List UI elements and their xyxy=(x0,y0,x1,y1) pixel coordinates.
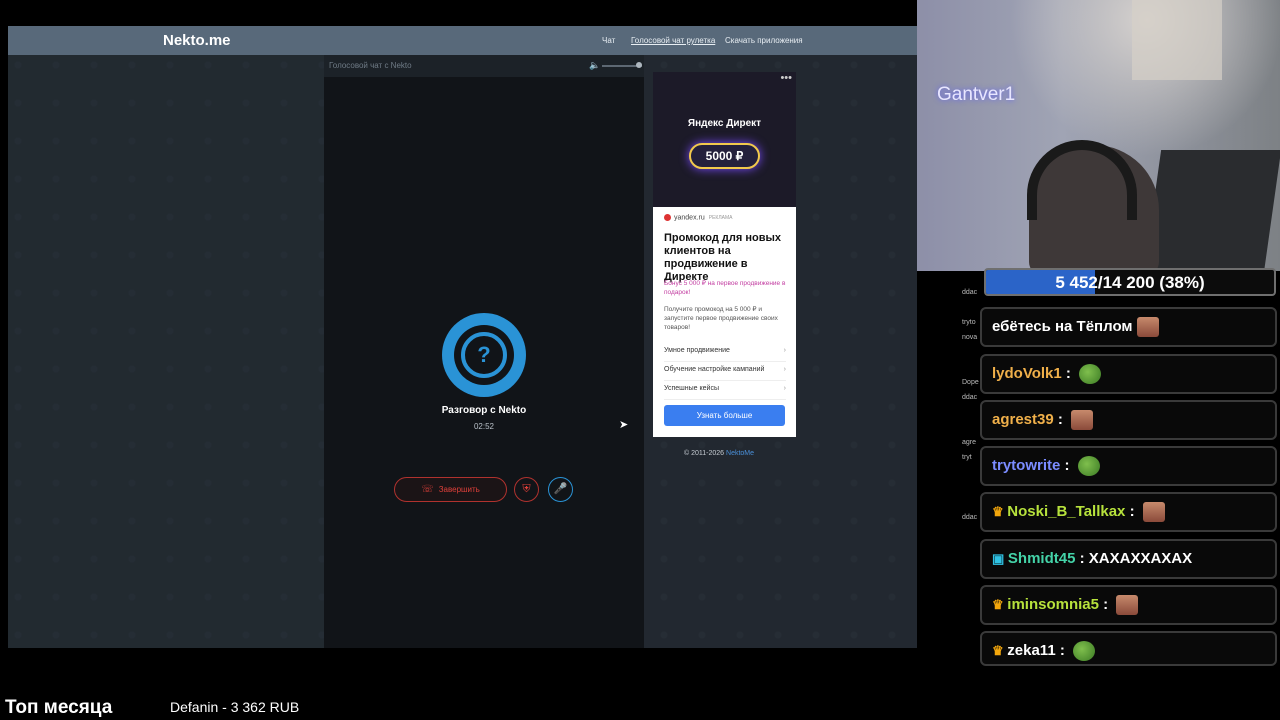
volume-slider-handle[interactable] xyxy=(636,62,642,68)
chat-message: trytowrite : xyxy=(980,446,1277,486)
call-timer: 02:52 xyxy=(473,422,495,431)
left-column xyxy=(8,55,324,648)
ad-link-smart-promo[interactable]: Умное продвижение › xyxy=(664,344,786,362)
microphone-button[interactable]: 🎤 xyxy=(548,477,573,502)
chat-message: lydoVolk1 : xyxy=(980,354,1277,394)
nav-download-apps[interactable]: Скачать приложения xyxy=(725,36,803,45)
native-chat-line: ddac xyxy=(962,289,978,296)
chat-text: ебётесь на Тёплом xyxy=(992,318,1133,335)
chat-message: ебётесь на Тёплом xyxy=(980,307,1277,347)
ad-domain: yandex.ru РЕКЛАМА xyxy=(664,214,732,221)
end-call-label: Завершить xyxy=(438,485,480,494)
sub-badge-icon: ▣ xyxy=(992,551,1008,566)
voice-chat-header: Голосовой чат с Nekto 🔈 xyxy=(324,55,644,77)
ad-menu-icon[interactable]: ••• xyxy=(780,72,792,84)
chat-message: ♛ iminsomnia5 : xyxy=(980,585,1277,625)
advertisement[interactable]: ••• Яндекс Директ 5000 ₽ yandex.ru РЕКЛАМ… xyxy=(653,72,796,437)
face-emote-icon xyxy=(1136,317,1159,338)
donation-goal-bar: 5 452/14 200 (38%) xyxy=(984,268,1276,296)
chat-message: ▣ Shmidt45 : ХАХАХХАХАХ xyxy=(980,539,1277,579)
ad-tag: РЕКЛАМА xyxy=(708,215,733,222)
top-donor: Defanin - 3 362 RUB xyxy=(170,699,300,715)
volume-icon[interactable]: 🔈 xyxy=(589,60,600,71)
pepe-emote-icon xyxy=(1077,456,1100,477)
shield-icon: ⛨ xyxy=(522,483,531,495)
chevron-right-icon: › xyxy=(783,366,786,373)
mouse-cursor-icon: ➤ xyxy=(619,419,629,431)
chat-username: iminsomnia5 xyxy=(1007,596,1099,613)
chat-message: ♛ Noski_B_Tallkax : xyxy=(980,492,1277,532)
face-emote-icon xyxy=(1142,502,1165,523)
partner-avatar: ? xyxy=(442,313,526,397)
browser-page: Nekto.me Чат Голосовой чат рулетка Скача… xyxy=(8,26,917,648)
chat-message: agrest39 : xyxy=(980,400,1277,440)
conversation-title: Разговор с Nekto xyxy=(441,405,527,416)
chat-text: ХАХАХХАХАХ xyxy=(1088,550,1193,567)
ad-body: Получите промокод на 5 000 ₽ и запустите… xyxy=(664,306,778,331)
top-of-month-title: Топ месяца xyxy=(5,697,113,718)
crown-badge-icon: ♛ xyxy=(992,643,1008,658)
crown-badge-icon: ♛ xyxy=(992,504,1008,519)
nav-chat[interactable]: Чат xyxy=(602,36,615,45)
chat-username: agrest39 xyxy=(992,411,1054,428)
chat-username: Shmidt45 xyxy=(1007,550,1076,567)
face-emote-icon xyxy=(1071,410,1094,431)
copyright: © 2011-2026 NektoMe xyxy=(684,450,755,457)
chat-username: trytowrite xyxy=(992,457,1061,474)
chevron-right-icon: › xyxy=(783,347,786,354)
streamer-name: Gantver1 xyxy=(937,84,1016,105)
voice-chat-panel: Голосовой чат с Nekto 🔈 ? Разговор с Nek… xyxy=(324,55,644,648)
ad-link-training[interactable]: Обучение настройке кампаний › xyxy=(664,363,786,381)
nav-voice-roulette[interactable]: Голосовой чат рулетка xyxy=(631,36,715,45)
ad-banner: ••• Яндекс Директ 5000 ₽ xyxy=(653,72,796,207)
ad-amount: 5000 ₽ xyxy=(689,143,760,169)
ad-cta-button[interactable]: Узнать больше xyxy=(664,405,785,426)
yandex-logo-icon xyxy=(664,214,671,221)
webcam-feed: Gantver1 xyxy=(917,0,1280,271)
end-call-button[interactable]: ☏ Завершить xyxy=(394,477,507,502)
ad-headline[interactable]: Промокод для новых клиентов на продвижен… xyxy=(664,232,789,284)
pepe-emote-icon xyxy=(1079,364,1102,385)
question-mark-icon: ? xyxy=(461,332,507,378)
native-chat-line xyxy=(962,270,984,285)
report-button[interactable]: ⛨ xyxy=(514,477,539,502)
ad-link-cases[interactable]: Успешные кейсы › xyxy=(664,382,786,400)
copyright-link[interactable]: NektoMe xyxy=(726,450,754,457)
phone-hangup-icon: ☏ xyxy=(421,484,434,495)
face-emote-icon xyxy=(1116,595,1139,616)
chevron-right-icon: › xyxy=(783,385,786,392)
pepe-emote-icon xyxy=(1073,641,1096,662)
ad-brand: Яндекс Директ xyxy=(687,118,762,129)
crown-badge-icon: ♛ xyxy=(992,597,1008,612)
chat-username: Noski_B_Tallkax xyxy=(1007,503,1126,520)
microphone-icon: 🎤 xyxy=(553,483,568,495)
goal-text: 5 452/14 200 (38%) xyxy=(1055,273,1205,292)
site-logo[interactable]: Nekto.me xyxy=(163,32,231,49)
ad-bonus: Бонус 5 000 ₽ на первое продвижение в по… xyxy=(664,280,786,296)
chat-message: ♛ zeka11 : xyxy=(980,631,1277,666)
chat-username: zeka11 xyxy=(1007,642,1056,659)
chat-username: lydoVolk1 xyxy=(992,365,1062,382)
site-header: Nekto.me Чат Голосовой чат рулетка Скача… xyxy=(8,26,917,55)
voice-chat-title: Голосовой чат с Nekto xyxy=(329,61,412,70)
